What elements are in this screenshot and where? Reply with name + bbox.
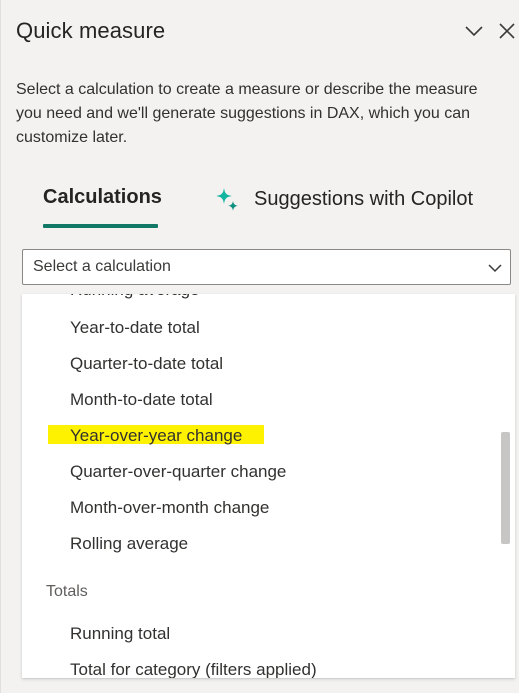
option-rolling-average[interactable]: Rolling average <box>70 534 188 554</box>
chevron-down-icon <box>486 259 504 277</box>
option-year-to-date-total[interactable]: Year-to-date total <box>70 318 200 338</box>
option-total-for-category-filters-applied[interactable]: Total for category (filters applied) <box>70 660 317 678</box>
pane-description: Select a calculation to create a measure… <box>16 81 478 146</box>
dropdown-scrollbar[interactable] <box>501 432 510 544</box>
option-month-to-date-total[interactable]: Month-to-date total <box>70 390 213 410</box>
quick-measure-pane: Quick measure Select a calculation to cr… <box>0 0 519 693</box>
clipped-list-item: Running average <box>70 294 199 300</box>
option-month-over-month-change[interactable]: Month-over-month change <box>70 498 269 518</box>
pane-title: Quick measure <box>16 18 166 43</box>
tab-suggestions-with-copilot[interactable]: Suggestions with Copilot <box>214 186 473 212</box>
group-header-totals: Totals <box>46 583 88 600</box>
calculation-dropdown-list[interactable]: Running average Year-to-date total Quart… <box>22 294 515 678</box>
calculation-select-placeholder: Select a calculation <box>33 258 171 275</box>
selected-tab-indicator <box>43 224 158 228</box>
tab-calculations[interactable]: Calculations <box>43 186 162 209</box>
option-quarter-over-quarter-change[interactable]: Quarter-over-quarter change <box>70 462 286 482</box>
option-running-total[interactable]: Running total <box>70 624 170 644</box>
close-icon[interactable] <box>496 20 518 42</box>
chevron-down-icon[interactable] <box>463 20 485 42</box>
sparkle-icon <box>214 186 240 212</box>
option-year-over-year-change[interactable]: Year-over-year change <box>70 426 242 446</box>
option-quarter-to-date-total[interactable]: Quarter-to-date total <box>70 354 223 374</box>
tab-calculations-label: Calculations <box>43 186 162 208</box>
calculation-select[interactable]: Select a calculation <box>22 249 511 285</box>
tab-copilot-label: Suggestions with Copilot <box>254 187 474 210</box>
